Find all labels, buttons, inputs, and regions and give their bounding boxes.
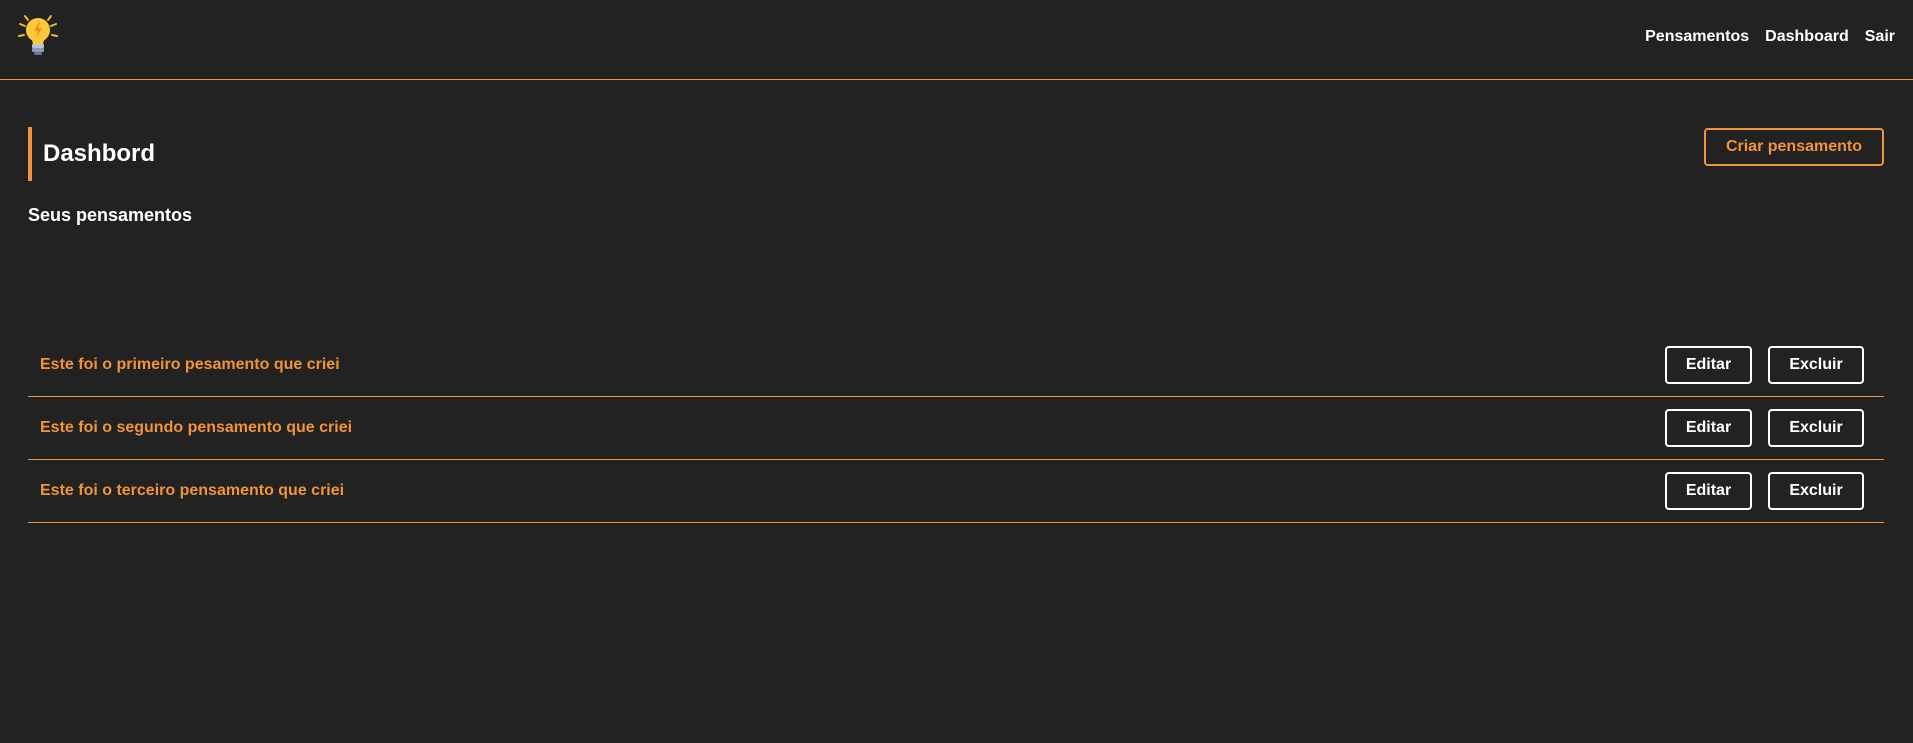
thought-text: Este foi o primeiro pesamento que criei	[40, 356, 340, 373]
delete-button[interactable]: Excluir	[1768, 472, 1864, 510]
nav-link-sair[interactable]: Sair	[1865, 28, 1895, 46]
section-subtitle: Seus pensamentos	[28, 205, 193, 225]
item-actions: Editar Excluir	[1665, 409, 1864, 447]
edit-button[interactable]: Editar	[1665, 409, 1752, 447]
thought-list: Este foi o primeiro pesamento que criei …	[28, 334, 1884, 523]
edit-button[interactable]: Editar	[1665, 472, 1752, 510]
delete-button[interactable]: Excluir	[1768, 409, 1864, 447]
edit-button[interactable]: Editar	[1665, 346, 1752, 384]
navbar: Pensamentos Dashboard Sair	[0, 0, 1913, 80]
title-box: Dashbord	[28, 127, 155, 181]
lightbulb-icon[interactable]	[16, 12, 60, 58]
thought-text: Este foi o terceiro pensamento que criei	[40, 482, 345, 499]
create-thought-button[interactable]: Criar pensamento	[1703, 128, 1884, 166]
list-item: Este foi o terceiro pensamento que criei…	[28, 460, 1884, 523]
item-actions: Editar Excluir	[1665, 472, 1864, 510]
nav-links: Pensamentos Dashboard Sair	[1645, 28, 1895, 46]
list-item: Este foi o primeiro pesamento que criei …	[28, 334, 1884, 397]
nav-link-pensamentos[interactable]: Pensamentos	[1645, 28, 1749, 46]
list-item: Este foi o segundo pensamento que criei …	[28, 397, 1884, 460]
item-actions: Editar Excluir	[1665, 346, 1864, 384]
thought-text: Este foi o segundo pensamento que criei	[40, 419, 353, 436]
page-title: Dashbord	[43, 140, 156, 167]
nav-link-dashboard[interactable]: Dashboard	[1765, 28, 1849, 46]
delete-button[interactable]: Excluir	[1768, 346, 1864, 384]
